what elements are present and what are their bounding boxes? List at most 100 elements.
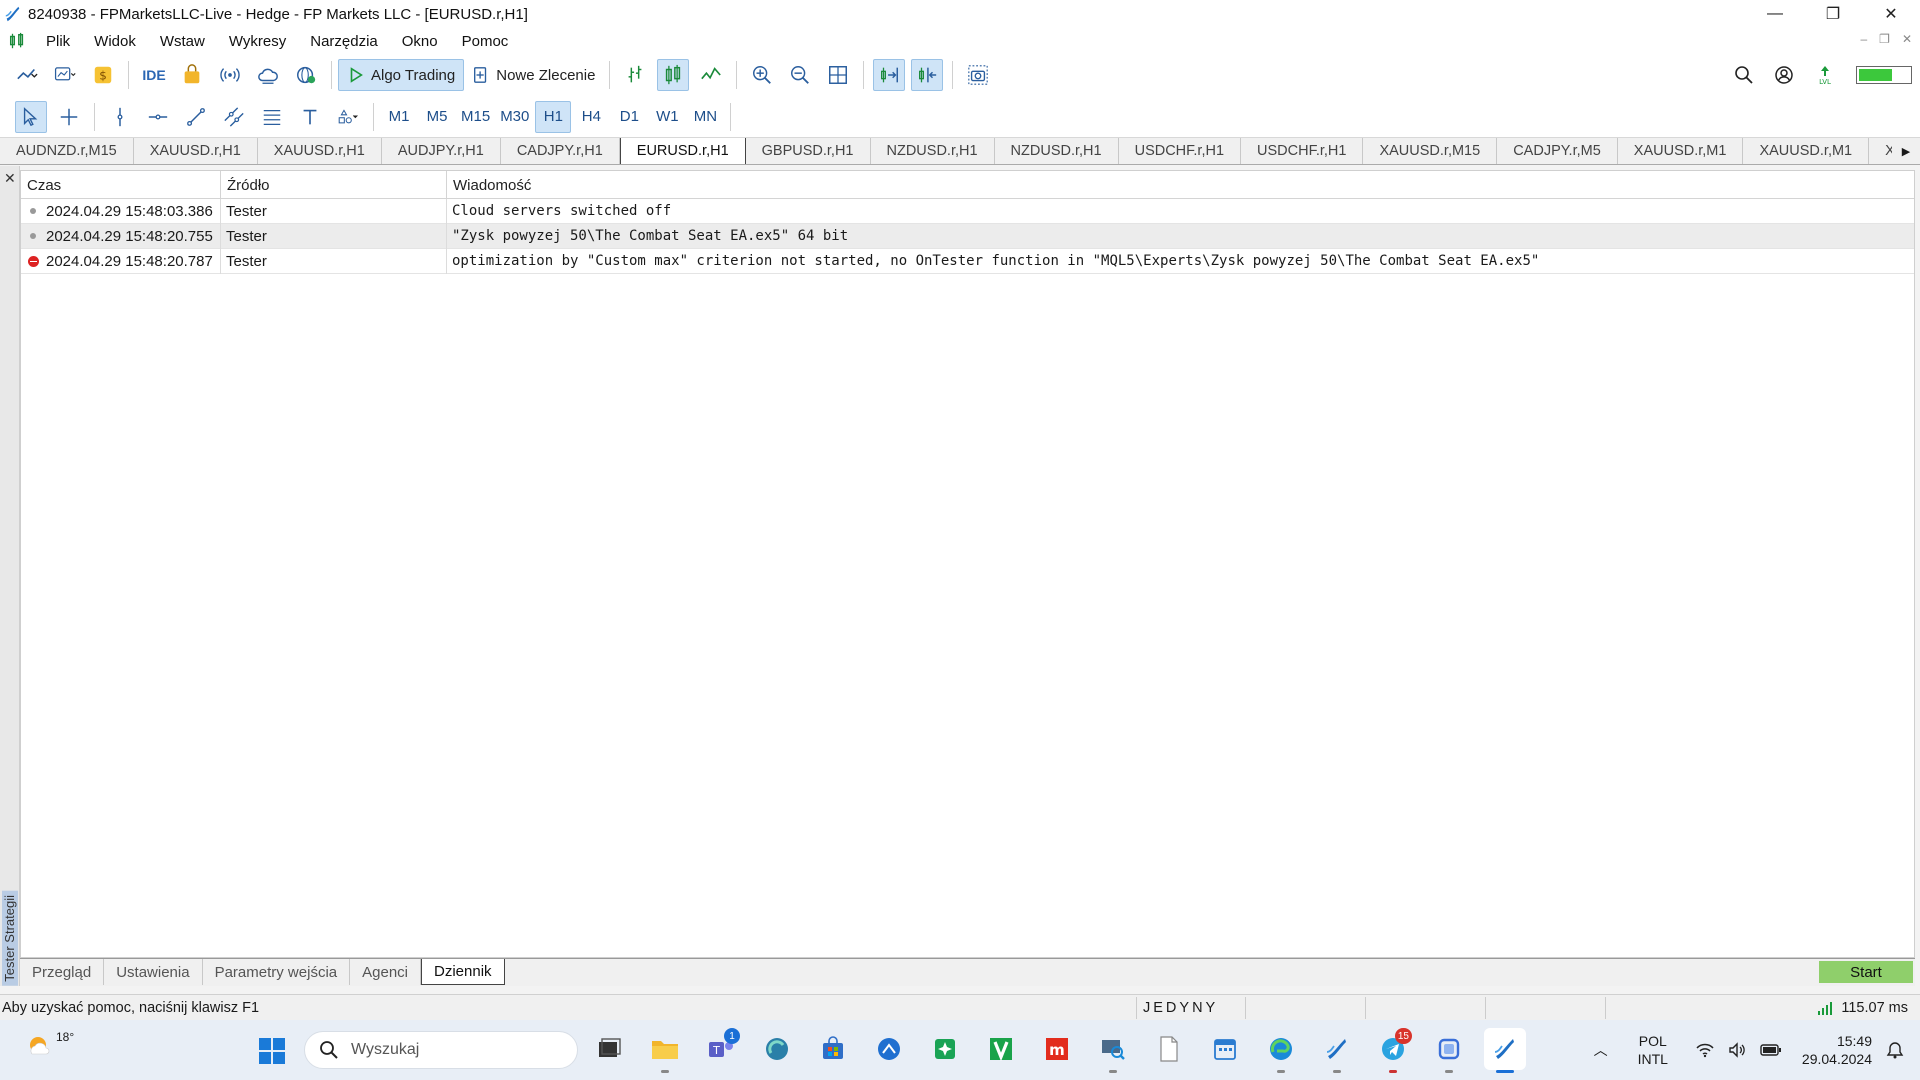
metatrader-button[interactable] (1316, 1028, 1358, 1073)
timeframe-m15[interactable]: M15 (457, 101, 494, 133)
file-explorer-button[interactable] (644, 1028, 686, 1073)
menu-wstaw[interactable]: Wstaw (150, 33, 219, 50)
calendar-button[interactable] (1204, 1028, 1246, 1070)
chart-tab[interactable]: AUDJPY.r,H1 (382, 138, 501, 164)
menu-widok[interactable]: Widok (84, 33, 150, 50)
app-green-button[interactable] (924, 1028, 966, 1070)
menu-wykresy[interactable]: Wykresy (219, 33, 300, 50)
vertical-line-button[interactable] (104, 101, 136, 133)
mdi-close-button[interactable]: ✕ (1902, 32, 1912, 46)
app-square-button[interactable] (1428, 1028, 1470, 1073)
chart-tab[interactable]: NZDUSD.r,H1 (871, 138, 995, 164)
new-order-button[interactable]: Nowe Zlecenie (464, 59, 603, 91)
tabs-scroll-right-icon[interactable]: ▶ (1892, 138, 1920, 164)
app-v-button[interactable] (980, 1028, 1022, 1070)
weather-widget[interactable]: 18° (24, 1030, 74, 1060)
file-button[interactable] (1148, 1028, 1190, 1070)
chart-tab[interactable]: CADJPY.r,M5 (1497, 138, 1618, 164)
menu-okno[interactable]: Okno (392, 33, 452, 50)
metatrader-active-button[interactable] (1484, 1028, 1526, 1073)
algo-trading-button[interactable]: Algo Trading (338, 59, 465, 91)
edge-button[interactable] (1260, 1028, 1302, 1073)
lvl-signal-icon[interactable]: LVL (1814, 64, 1836, 86)
menu-plik[interactable]: Plik (36, 33, 84, 50)
app-blue-button[interactable] (868, 1028, 910, 1070)
column-source[interactable]: Źródło (221, 171, 447, 198)
hosting-button[interactable] (290, 59, 322, 91)
channel-button[interactable] (218, 101, 250, 133)
ide-button[interactable]: IDE (138, 59, 170, 91)
app-m-button[interactable]: m (1036, 1028, 1078, 1070)
menu-pomoc[interactable]: Pomoc (452, 33, 523, 50)
column-time[interactable]: Czas (21, 171, 221, 198)
close-panel-icon[interactable]: ✕ (4, 170, 16, 187)
timeframe-w1[interactable]: W1 (649, 101, 685, 133)
status-ping[interactable]: 115.07 ms (1817, 997, 1908, 1019)
tile-windows-button[interactable] (822, 59, 854, 91)
new-chart-button[interactable] (11, 59, 43, 91)
chart-tab[interactable]: XAUUSD.r,H1 (134, 138, 258, 164)
candlestick-button[interactable] (657, 59, 690, 91)
notification-bell-icon[interactable] (1886, 1041, 1904, 1059)
system-icons[interactable] (1696, 1042, 1782, 1058)
clock[interactable]: 15:49 29.04.2024 (1802, 1032, 1872, 1068)
table-row[interactable]: 2024.04.29 15:48:20.755 Tester "Zysk pow… (21, 223, 1914, 249)
store-button[interactable] (812, 1028, 854, 1070)
taskbar-search[interactable]: Wyszukaj (304, 1031, 578, 1069)
column-message[interactable]: Wiadomość (447, 171, 1914, 198)
tester-side-label[interactable]: Tester Strategii (2, 891, 18, 986)
chart-tab[interactable]: USDCHF.r,H1 (1241, 138, 1364, 164)
tab-agenci[interactable]: Agenci (350, 959, 421, 985)
autoscroll-button[interactable] (873, 59, 906, 91)
screenshot-button[interactable] (962, 59, 994, 91)
line-chart-button[interactable] (695, 59, 727, 91)
chart-tab[interactable]: USDCHF.r,H1 (1119, 138, 1242, 164)
app-remote-button[interactable] (1092, 1028, 1134, 1073)
timeframe-h4[interactable]: H4 (573, 101, 609, 133)
mdi-restore-button[interactable]: ❐ (1879, 32, 1890, 46)
chart-tab[interactable]: AUDNZD.r,M15 (0, 138, 134, 164)
windows-start-icon[interactable] (258, 1037, 286, 1065)
tray-overflow-icon[interactable]: ︿ (1594, 1040, 1608, 1060)
text-button[interactable] (294, 101, 326, 133)
start-button[interactable]: Start (1819, 961, 1913, 983)
timeframe-d1[interactable]: D1 (611, 101, 647, 133)
tab-przeglad[interactable]: Przegląd (20, 959, 105, 985)
bar-chart-button[interactable] (619, 59, 651, 91)
tab-parametry[interactable]: Parametry wejścia (203, 959, 351, 985)
task-view-button[interactable] (588, 1028, 630, 1070)
fibonacci-button[interactable] (256, 101, 288, 133)
tab-dziennik[interactable]: Dziennik (421, 959, 505, 985)
timeframe-mn[interactable]: MN (687, 101, 723, 133)
restore-button[interactable]: ❐ (1804, 0, 1862, 28)
timeframe-m5[interactable]: M5 (419, 101, 455, 133)
table-row[interactable]: 2024.04.29 15:48:03.386 Tester Cloud ser… (21, 198, 1914, 224)
horizontal-line-button[interactable] (142, 101, 174, 133)
chart-tab[interactable]: NZDUSD.r,H1 (995, 138, 1119, 164)
edge-dev-button[interactable] (756, 1028, 798, 1070)
cursor-button[interactable] (15, 100, 47, 133)
chart-tab[interactable]: CADJPY.r,H1 (501, 138, 620, 164)
shapes-button[interactable] (332, 101, 364, 133)
chart-shift-button[interactable] (911, 59, 944, 91)
status-profile[interactable]: JEDYNY (1136, 996, 1246, 1019)
vps-button[interactable] (252, 59, 284, 91)
zoom-out-button[interactable] (784, 59, 816, 91)
tab-ustawienia[interactable]: Ustawienia (104, 959, 203, 985)
signals-button[interactable] (214, 59, 246, 91)
account-icon[interactable] (1774, 65, 1794, 85)
chart-menu-icon[interactable] (8, 32, 26, 50)
language-indicator[interactable]: POL INTL (1638, 1032, 1668, 1068)
timeframe-h1[interactable]: H1 (535, 100, 572, 133)
crosshair-button[interactable] (53, 101, 85, 133)
mdi-minimize-button[interactable]: – (1860, 32, 1867, 46)
search-icon[interactable] (1734, 65, 1754, 85)
minimize-button[interactable]: — (1746, 0, 1804, 28)
market-button[interactable]: $ (87, 59, 119, 91)
close-button[interactable]: ✕ (1862, 0, 1920, 28)
chart-tab[interactable]: XAUUSD.r,M15 (1363, 138, 1498, 164)
zoom-in-button[interactable] (746, 59, 778, 91)
teams-button[interactable]: T1 (700, 1028, 742, 1070)
menu-narzedzia[interactable]: Narzędzia (300, 33, 392, 50)
profiles-button[interactable] (49, 59, 81, 91)
